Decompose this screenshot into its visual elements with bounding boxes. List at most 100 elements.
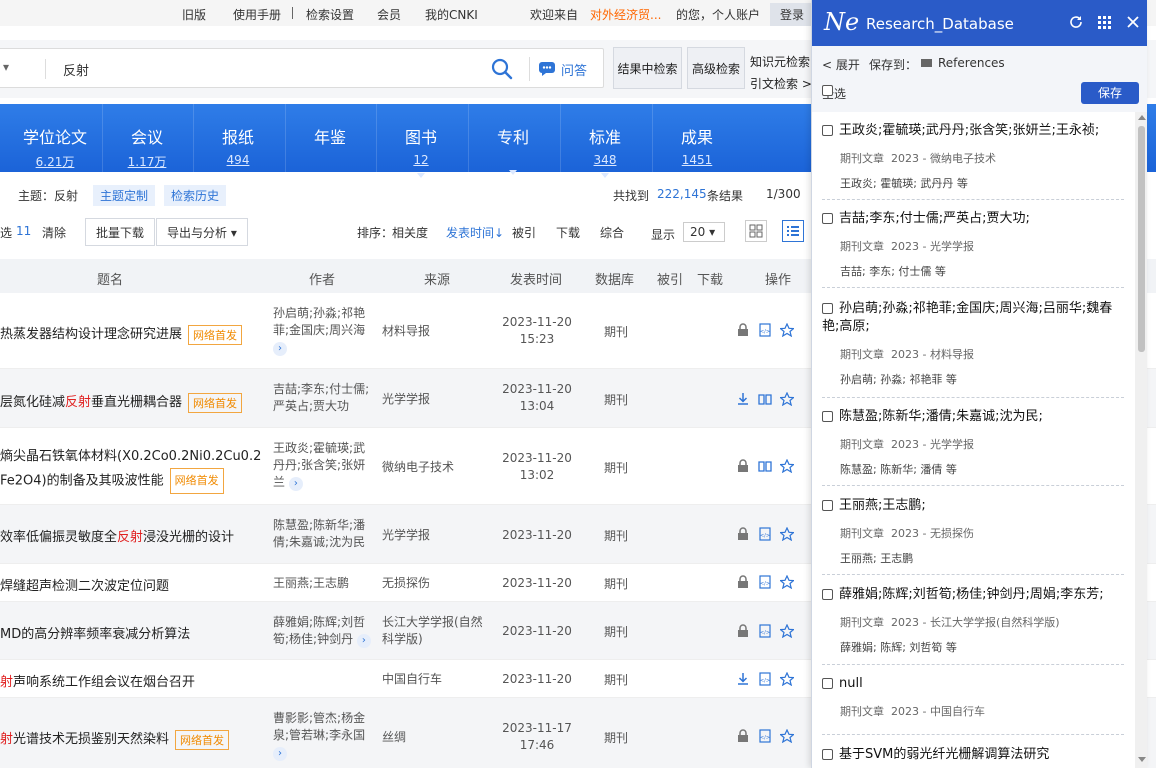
row-title[interactable]: MD的高分辨率频率衰减分析算法	[0, 623, 190, 642]
tab-conference[interactable]: 会议 1.17万	[102, 104, 192, 172]
search-in-results-button[interactable]: 结果中检索	[613, 47, 682, 89]
tab-newspaper[interactable]: 报纸 494	[193, 104, 283, 172]
row-authors[interactable]: 吉喆;李东;付士儒;严英占;贾大功	[273, 381, 371, 415]
row-source[interactable]: 中国自行车	[382, 671, 494, 688]
search-history-button[interactable]: 检索历史	[164, 185, 227, 206]
panel-scrollbar[interactable]	[1135, 112, 1147, 768]
scroll-thumb[interactable]	[1138, 126, 1145, 352]
folder-selector[interactable]: References	[921, 56, 1005, 70]
row-source[interactable]: 丝绸	[382, 729, 494, 746]
my-cnki-link[interactable]: 我的CNKI	[425, 6, 478, 23]
old-version-link[interactable]: 旧版	[182, 6, 206, 23]
row-title[interactable]: 效率低偏振灵敏度全反射浸没光栅的设计	[0, 526, 234, 545]
expand-authors-icon[interactable]: ›	[273, 342, 287, 356]
tab-achievement[interactable]: 成果 1451	[652, 104, 742, 172]
member-link[interactable]: 会员	[377, 6, 401, 23]
org-link[interactable]: 对外经济贸...	[590, 6, 661, 23]
book-icon[interactable]	[758, 392, 772, 406]
citation-item[interactable]: 王政炎;霍毓瑛;武丹丹;张含笑;张妍兰;王永祯; 期刊文章 2023 - 微纳电…	[822, 122, 1124, 200]
favorite-star-icon[interactable]	[780, 459, 794, 473]
expand-authors-icon[interactable]: ›	[288, 477, 303, 491]
download-icon[interactable]	[736, 392, 750, 406]
expand-authors-icon[interactable]: ›	[356, 634, 371, 648]
lock-icon[interactable]	[736, 459, 750, 473]
checkbox[interactable]	[822, 85, 833, 96]
ask-button[interactable]: 问答	[529, 57, 587, 81]
html-read-icon[interactable]: </>	[758, 575, 772, 589]
citation-item[interactable]: null 期刊文章 2023 - 中国自行车	[822, 675, 1124, 735]
citation-item[interactable]: 薛雅娟;陈辉;刘哲筍;杨佳;钟剑丹;周娟;李东芳; 期刊文章 2023 - 长江…	[822, 586, 1124, 665]
favorite-star-icon[interactable]	[780, 672, 794, 686]
citation-item[interactable]: 王丽燕;王志鹏; 期刊文章 2023 - 无损探伤 王丽燕; 王志鹏	[822, 497, 1124, 575]
citation-item[interactable]: 孙启萌;孙淼;祁艳菲;金国庆;周兴海;吕丽华;魏春艳;高原; 期刊文章 2023…	[822, 300, 1124, 398]
search-input[interactable]: 反射	[63, 60, 89, 79]
sort-combined[interactable]: 综合	[600, 224, 624, 241]
book-icon[interactable]	[758, 459, 772, 473]
sort-relevance[interactable]: 相关度	[392, 224, 428, 241]
html-read-icon[interactable]: </>	[758, 624, 772, 638]
favorite-star-icon[interactable]	[780, 392, 794, 406]
grid-view-icon[interactable]	[745, 220, 767, 242]
row-title[interactable]: 焊缝超声检测二次波定位问题	[0, 575, 169, 594]
sort-cited[interactable]: 被引	[512, 224, 536, 241]
favorite-star-icon[interactable]	[780, 729, 794, 743]
checkbox[interactable]	[822, 303, 833, 314]
scroll-up-icon[interactable]	[1138, 115, 1146, 120]
row-source[interactable]: 材料导报	[382, 323, 494, 340]
row-authors[interactable]: 薛雅娟;陈辉;刘哲筍;杨佳;钟剑丹 ›	[273, 614, 371, 648]
clear-link[interactable]: 清除	[42, 224, 66, 241]
html-read-icon[interactable]: </>	[758, 323, 772, 337]
knowledge-search-link[interactable]: 知识元检索	[750, 51, 812, 73]
favorite-star-icon[interactable]	[780, 575, 794, 589]
citation-item[interactable]: 基于SVM的弱光纤光栅解调算法研究	[822, 746, 1124, 768]
row-authors[interactable]: 王丽燕;王志鹏	[273, 575, 393, 592]
row-authors[interactable]: 陈慧盈;陈新华;潘倩;朱嘉诚;沈为民	[273, 517, 371, 551]
close-icon[interactable]	[1125, 14, 1141, 30]
row-title[interactable]: 熵尖晶石铁氧体材料(X0.2Co0.2Ni0.2Cu0.2 Fe2O4)的制备及其…	[0, 446, 261, 494]
tab-patent[interactable]: 专利	[468, 104, 558, 175]
row-source[interactable]: 微纳电子技术	[382, 459, 494, 476]
tab-thesis[interactable]: 学位论文 6.21万	[10, 104, 100, 172]
row-authors[interactable]: 王政炎;霍毓瑛;武丹丹;张含笑;张妍兰 ›	[273, 440, 371, 491]
row-title[interactable]: 热蒸发器结构设计理念研究进展 网络首发	[0, 323, 243, 345]
checkbox[interactable]	[822, 125, 833, 136]
row-source[interactable]: 光学学报	[382, 391, 494, 408]
download-icon[interactable]	[736, 672, 750, 686]
search-icon[interactable]	[491, 58, 513, 80]
checkbox[interactable]	[822, 749, 833, 760]
lock-icon[interactable]	[736, 624, 750, 638]
apps-grid-icon[interactable]	[1096, 14, 1112, 30]
checkbox[interactable]	[822, 213, 833, 224]
subject-custom-button[interactable]: 主题定制	[93, 185, 156, 206]
row-authors[interactable]: 曹影影;管杰;杨金泉;管若琳;李永国 ›	[273, 710, 371, 761]
page-size-select[interactable]: 20 ▾	[683, 222, 725, 242]
row-authors[interactable]: 孙启萌;孙淼;祁艳菲;金国庆;周兴海 ›	[273, 305, 371, 356]
batch-download-button[interactable]: 批量下载	[85, 218, 156, 246]
html-read-icon[interactable]: </>	[758, 672, 772, 686]
tab-yearbook[interactable]: 年鉴	[285, 104, 375, 172]
search-field-dropdown[interactable]: ▾	[3, 60, 9, 74]
lock-icon[interactable]	[736, 323, 750, 337]
checkbox[interactable]	[822, 678, 833, 689]
row-source[interactable]: 光学学报	[382, 527, 494, 544]
advanced-search-button[interactable]: 高级检索	[687, 47, 745, 89]
refresh-icon[interactable]	[1068, 14, 1084, 30]
checkbox[interactable]	[822, 411, 833, 422]
expand-authors-icon[interactable]: ›	[273, 747, 287, 761]
checkbox[interactable]	[822, 589, 833, 600]
search-settings-link[interactable]: 检索设置	[306, 6, 354, 23]
select-all-checkbox[interactable]: 全选	[822, 85, 846, 102]
sort-pubtime[interactable]: 发表时间↓	[446, 224, 504, 241]
export-analysis-button[interactable]: 导出与分析 ▾	[156, 218, 248, 246]
scroll-down-icon[interactable]	[1138, 757, 1146, 762]
list-view-icon[interactable]	[782, 220, 804, 242]
expand-link[interactable]: < 展开	[822, 56, 860, 73]
citation-item[interactable]: 陈慧盈;陈新华;潘倩;朱嘉诚;沈为民; 期刊文章 2023 - 光学学报 陈慧盈…	[822, 408, 1124, 486]
lock-icon[interactable]	[736, 575, 750, 589]
save-button[interactable]: 保存	[1081, 82, 1139, 104]
html-read-icon[interactable]: </>	[758, 729, 772, 743]
sort-download[interactable]: 下载	[556, 224, 580, 241]
manual-link[interactable]: 使用手册	[233, 6, 281, 23]
favorite-star-icon[interactable]	[780, 323, 794, 337]
row-title[interactable]: 射光谱技术无损鉴别天然染料 网络首发	[0, 728, 230, 750]
